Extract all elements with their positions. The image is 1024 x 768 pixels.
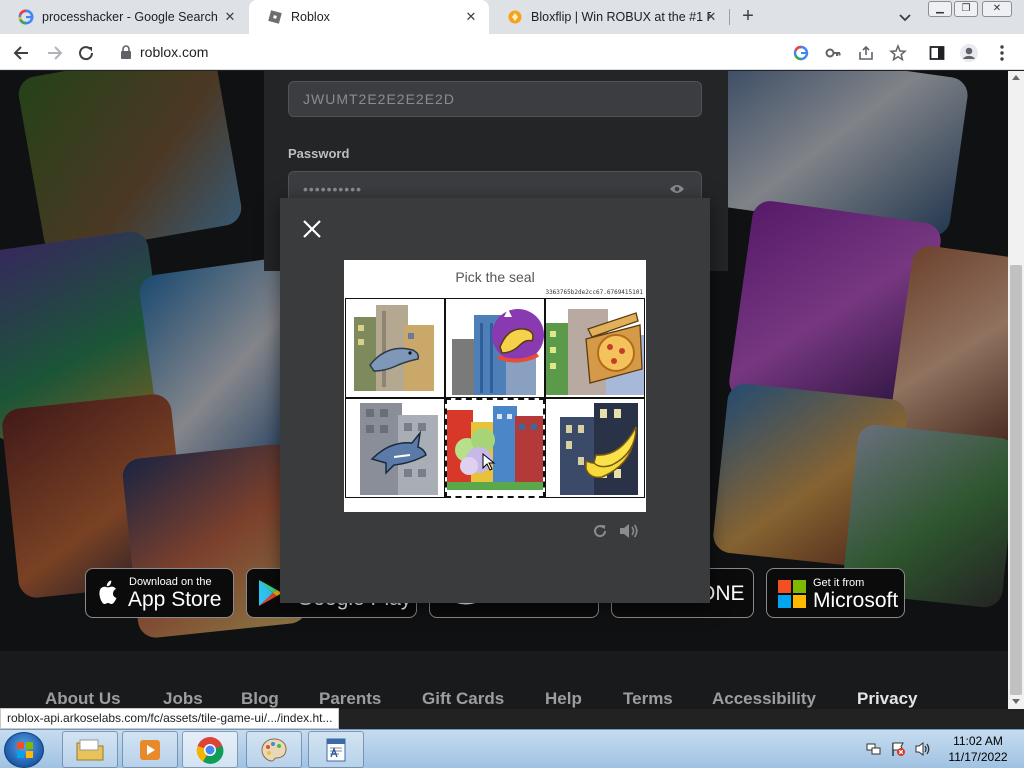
reload-icon[interactable] [75,42,97,64]
start-button[interactable] [4,732,44,768]
tab-google-search[interactable]: processhacker - Google Search ✕ [0,0,248,34]
app-store-small-text: Download on the [129,576,212,588]
footer-link-privacy[interactable]: Privacy [857,689,918,709]
share-icon[interactable] [856,43,876,63]
tab-separator [729,9,730,25]
system-clock[interactable]: 11:02 AM 11/17/2022 [938,733,1018,765]
profile-avatar-icon[interactable] [959,43,979,63]
action-center-flag-icon[interactable] [890,741,906,762]
roblox-icon [267,9,283,25]
shark-icon [360,403,438,495]
page-scrollbar[interactable] [1008,71,1024,709]
microsoft-small-text: Get it from [813,577,865,589]
google-icon[interactable] [791,43,811,63]
folder-icon [76,739,104,760]
rocking-horse-icon [452,309,544,395]
media-player-icon [140,739,160,760]
window-close-button[interactable]: ✕ [982,1,1012,17]
wordpad-document-icon [326,738,346,761]
windows-logo-icon [17,742,33,758]
tab-title: processhacker - Google Search [42,10,218,24]
url-text[interactable]: roblox.com [140,44,208,60]
chrome-icon [196,736,224,764]
bloxflip-icon [507,9,523,25]
microsoft-logo-icon [778,580,806,608]
clock-date: 11/17/2022 [948,750,1008,764]
refresh-challenge-icon[interactable] [591,522,609,540]
taskbar-media-player-button[interactable] [122,731,178,768]
network-icon[interactable] [866,741,882,762]
scroll-up-arrow-icon[interactable] [1012,75,1020,80]
tab-close-icon[interactable]: ✕ [703,9,719,25]
microsoft-badge[interactable]: Get it from Microsoft [766,568,905,618]
pizza-icon [546,309,644,395]
browser-toolbar: roblox.com [0,34,1024,70]
volume-speaker-icon[interactable] [914,741,932,762]
paint-palette-icon [261,737,287,762]
tab-roblox[interactable]: Roblox ✕ [249,0,489,34]
restore-button[interactable]: ❐ [954,1,978,17]
footer-link-blog[interactable]: Blog [241,689,279,709]
captcha-tile-6[interactable] [545,398,645,498]
password-value: •••••••••• [303,181,363,197]
captcha-title: Pick the seal [455,269,535,285]
microsoft-big-text: Microsoft [813,589,899,612]
captcha-tile-4[interactable] [345,398,445,498]
tab-title: Bloxflip | Win ROBUX at the #1 R [531,10,711,24]
key-icon[interactable] [823,43,843,63]
footer-link-accessibility[interactable]: Accessibility [712,689,816,709]
taskbar-wordpad-button[interactable] [308,731,364,768]
username-value: JWUMT2E2E2E2E2D [303,91,455,107]
windows-taskbar: 11:02 AM 11/17/2022 [0,729,1024,768]
roblox-page: JWUMT2E2E2E2E2D Password •••••••••• Down… [0,71,1008,709]
lock-icon[interactable] [120,45,132,64]
app-store-badge[interactable]: Download on the App Store [85,568,234,618]
username-field[interactable]: JWUMT2E2E2E2E2D [288,81,702,117]
tab-bloxflip[interactable]: Bloxflip | Win ROBUX at the #1 R ✕ [489,0,729,34]
tab-search-chevron-down-icon[interactable] [896,7,914,27]
back-arrow-icon[interactable] [11,42,33,64]
captcha-tile-2[interactable] [445,298,545,398]
clock-time: 11:02 AM [953,734,1003,748]
tab-close-icon[interactable]: ✕ [222,9,238,25]
captcha-panel: Pick the seal 3363765b2de2cc67.676941510… [344,260,646,512]
captcha-code: 3363765b2de2cc67.6769415101 [545,289,643,296]
link-status-bubble: roblox-api.arkoselabs.com/fc/assets/tile… [0,708,340,729]
taskbar-chrome-button[interactable] [182,731,238,768]
tab-close-icon[interactable]: ✕ [463,9,479,25]
scrollbar-thumb[interactable] [1010,265,1022,695]
seal-icon [354,305,434,391]
footer-link-parents[interactable]: Parents [319,689,381,709]
captcha-tile-5[interactable] [445,398,545,498]
apple-icon [99,580,117,604]
footer-link-jobs[interactable]: Jobs [163,689,203,709]
audio-challenge-speaker-icon[interactable] [618,522,640,540]
page-footer: About Us Jobs Blog Parents Gift Cards He… [0,651,1008,709]
captcha-tile-3[interactable] [545,298,645,398]
footer-link-help[interactable]: Help [545,689,582,709]
side-panel-icon[interactable] [927,43,947,63]
taskbar-explorer-button[interactable] [62,731,118,768]
captcha-tile-1[interactable] [345,298,445,398]
google-icon [18,9,34,25]
password-label: Password [288,146,350,161]
footer-link-terms[interactable]: Terms [623,689,673,709]
minimize-button[interactable]: ▁ [928,1,952,17]
banana-icon [560,403,638,495]
menu-kebab-icon[interactable] [992,43,1012,63]
footer-link-about-us[interactable]: About Us [45,689,121,709]
app-store-big-text: App Store [128,588,222,611]
taskbar-paint-button[interactable] [246,731,302,768]
forward-arrow-icon[interactable] [43,42,65,64]
captcha-modal: Pick the seal 3363765b2de2cc67.676941510… [280,198,710,603]
scroll-down-arrow-icon[interactable] [1012,699,1020,704]
close-icon[interactable] [301,218,323,240]
flower-icon [447,406,543,490]
tab-title: Roblox [291,10,330,24]
footer-link-gift-cards[interactable]: Gift Cards [422,689,504,709]
new-tab-button[interactable]: + [737,5,759,29]
bookmark-star-icon[interactable] [888,43,908,63]
browser-tab-strip: processhacker - Google Search ✕ Roblox ✕… [0,0,1024,34]
